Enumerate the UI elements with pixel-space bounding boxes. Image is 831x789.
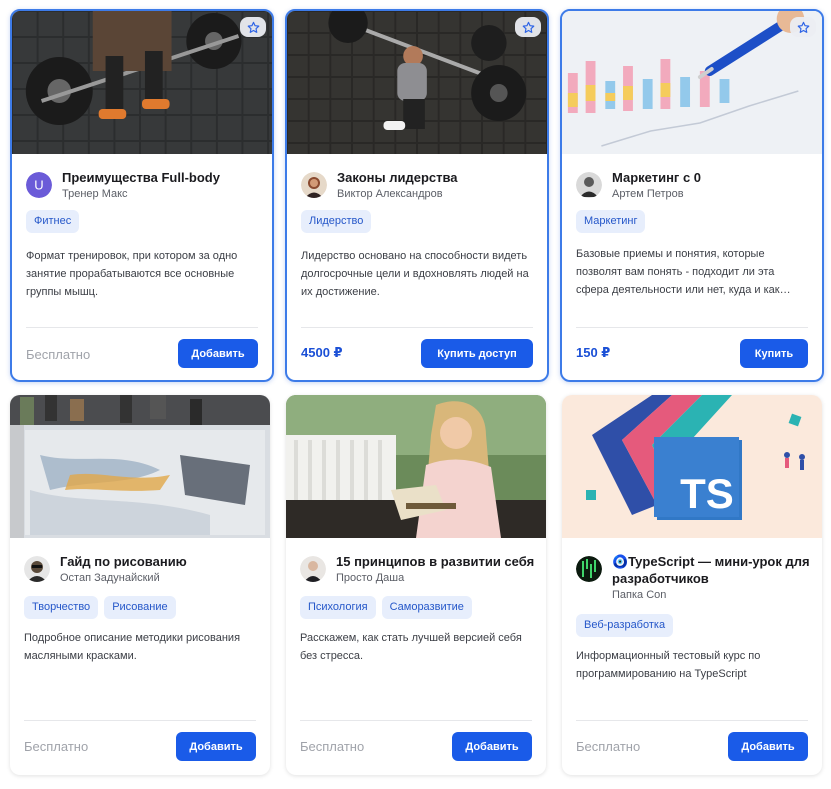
tag-fitness[interactable]: Фитнес [26, 210, 80, 233]
add-button[interactable]: Добавить [178, 339, 258, 368]
course-title[interactable]: Маркетинг с 0 [612, 169, 701, 186]
favorite-button[interactable] [240, 17, 266, 37]
divider [26, 327, 258, 328]
course-price: Бесплатно [576, 739, 641, 754]
typescript-logo-image: TS [562, 395, 822, 538]
author-avatar [301, 172, 327, 198]
tag-creativity[interactable]: Творчество [24, 596, 99, 619]
divider [301, 327, 533, 328]
course-card-marketing[interactable]: Маркетинг с 0 Артем Петров Маркетинг Баз… [560, 9, 824, 382]
course-card-drawing[interactable]: Гайд по рисованию Остап Задунайский Твор… [10, 395, 270, 775]
course-title[interactable]: 🧿TypeScript — мини-урок для разработчико… [612, 553, 814, 587]
avatar-letter: U [34, 178, 43, 193]
favorite-button[interactable] [790, 17, 816, 37]
author-avatar [300, 556, 326, 582]
author-avatar: U [26, 172, 52, 198]
author-name: Тренер Макс [62, 188, 128, 200]
buy-button[interactable]: Купить [740, 339, 808, 368]
tag-self-development[interactable]: Саморазвитие [381, 596, 472, 619]
add-button[interactable]: Добавить [176, 732, 256, 761]
course-description: Информационный тестовый курс по программ… [576, 650, 761, 680]
author-avatar [24, 556, 50, 582]
star-icon [522, 21, 534, 33]
star-icon [797, 21, 809, 33]
course-thumbnail[interactable] [286, 395, 546, 538]
course-card-fullbody[interactable]: U Преимущества Full-body Тренер Макс Фит… [10, 9, 274, 382]
author-avatar [576, 556, 602, 582]
tag-leadership[interactable]: Лидерство [301, 210, 372, 233]
course-card-self-development[interactable]: 15 принципов в развитии себя Просто Даша… [286, 395, 546, 775]
tag-web-development[interactable]: Веб-разработка [576, 614, 674, 637]
course-description: Формат тренировок, при котором за одно з… [26, 250, 238, 298]
course-thumbnail[interactable] [12, 11, 272, 154]
course-price: Бесплатно [24, 739, 89, 754]
author-name: Папка Con [612, 589, 667, 601]
divider [300, 720, 532, 721]
course-description: Лидерство основано на способности видеть… [301, 250, 529, 298]
course-price: 4500 ₽ [301, 345, 343, 360]
add-button[interactable]: Добавить [728, 732, 808, 761]
course-thumbnail[interactable] [287, 11, 547, 154]
oil-painting-image [10, 395, 270, 538]
course-title[interactable]: Гайд по рисованию [60, 553, 187, 570]
buy-access-button[interactable]: Купить доступ [421, 339, 533, 368]
woman-reading-image [286, 395, 546, 538]
course-title[interactable]: Законы лидерства [337, 169, 458, 186]
course-description: Подробное описание методики рисования ма… [24, 632, 241, 662]
star-icon [247, 21, 259, 33]
author-avatar [576, 172, 602, 198]
course-price: Бесплатно [26, 347, 91, 362]
favorite-button[interactable] [515, 17, 541, 37]
weightlifter-image [287, 11, 547, 154]
divider [576, 720, 808, 721]
marketing-charts-image [562, 11, 822, 154]
add-button[interactable]: Добавить [452, 732, 532, 761]
course-card-typescript[interactable]: TS 🧿TypeScript — мини-урок для разработч… [562, 395, 822, 775]
course-price: Бесплатно [300, 739, 365, 754]
course-thumbnail[interactable] [562, 11, 822, 154]
course-title[interactable]: 15 принципов в развитии себя [336, 553, 534, 570]
course-description: Расскажем, как стать лучшей версией себя… [300, 632, 522, 662]
divider [24, 720, 256, 721]
gym-deadlift-image [12, 11, 272, 154]
tag-psychology[interactable]: Психология [300, 596, 376, 619]
course-thumbnail[interactable] [10, 395, 270, 538]
author-name: Виктор Александров [337, 188, 443, 200]
divider [576, 327, 808, 328]
author-name: Остап Задунайский [60, 572, 160, 584]
course-card-leadership[interactable]: Законы лидерства Виктор Александров Лиде… [285, 9, 549, 382]
author-name: Артем Петров [612, 188, 684, 200]
author-name: Просто Даша [336, 572, 405, 584]
course-price: 150 ₽ [576, 345, 611, 360]
ts-logo-text: TS [680, 470, 734, 517]
course-title[interactable]: Преимущества Full-body [62, 169, 220, 186]
course-thumbnail[interactable]: TS [562, 395, 822, 538]
tag-drawing[interactable]: Рисование [104, 596, 176, 619]
tag-marketing[interactable]: Маркетинг [576, 210, 646, 233]
course-description: Базовые приемы и понятия, которые позвол… [576, 248, 791, 296]
